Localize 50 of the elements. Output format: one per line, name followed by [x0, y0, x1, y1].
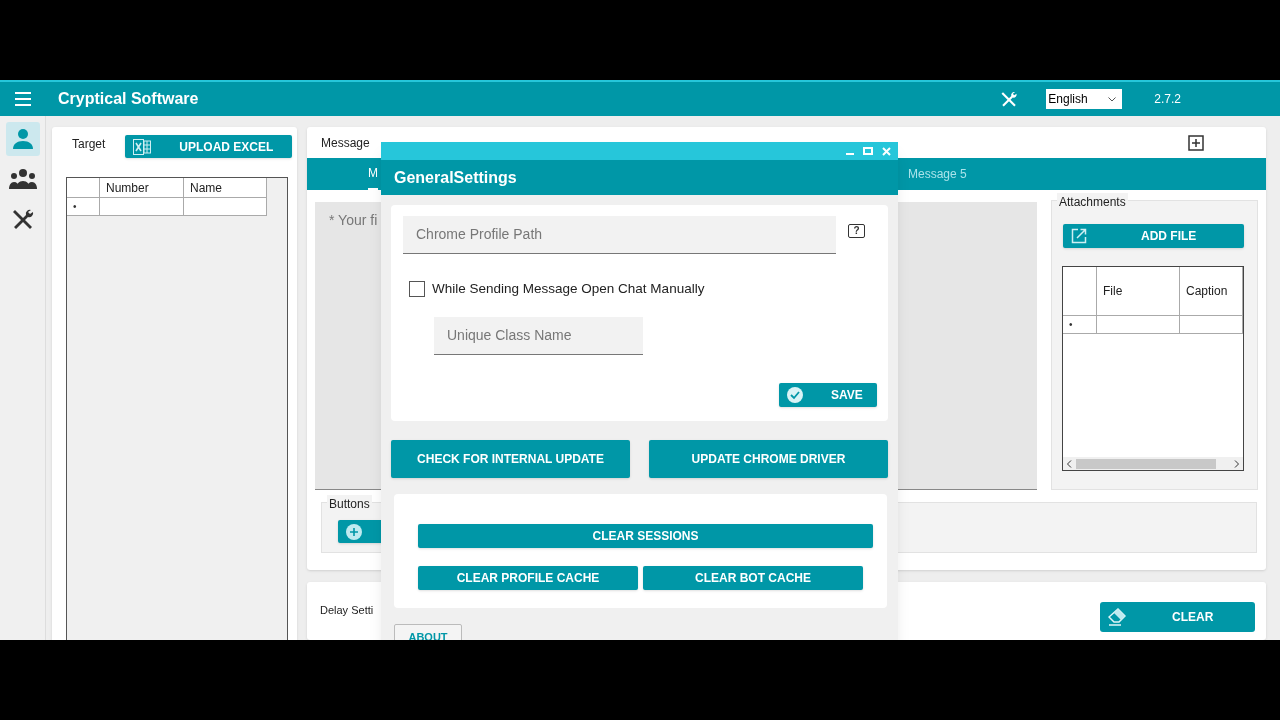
clear-cache-button[interactable]: CLEAR BOT CACHE: [643, 566, 863, 590]
app-title: Cryptical Software: [58, 89, 199, 109]
close-icon[interactable]: [882, 146, 891, 156]
help-button[interactable]: ?: [848, 224, 865, 238]
clear-button[interactable]: CLEAR: [1100, 601, 1255, 632]
table-cell[interactable]: [1097, 316, 1180, 334]
checkbox-label: While Sending Message Open Chat Manually: [432, 280, 705, 298]
dialog-title: GeneralSettings: [394, 167, 517, 188]
message-label: Message: [321, 134, 370, 152]
table-cell[interactable]: [100, 198, 184, 216]
external-link-icon: [1071, 228, 1087, 244]
language-dropdown[interactable]: English: [1046, 89, 1123, 109]
clear-sessions-button[interactable]: CLEAR SESSIONS: [418, 524, 873, 548]
scroll-right-icon[interactable]: [1234, 459, 1240, 468]
spreadsheet-icon: [133, 138, 152, 155]
delay-settings-label: Delay Setti: [320, 602, 374, 618]
corner-cell: [67, 178, 100, 198]
version-label: 2.7.2: [1154, 91, 1181, 108]
column-header: Number: [100, 178, 184, 198]
column-header: Name: [184, 178, 267, 198]
tools-icon[interactable]: [1000, 90, 1019, 108]
table-cell[interactable]: [1180, 316, 1243, 334]
column-header: File: [1097, 267, 1180, 316]
checkbox[interactable]: [409, 281, 425, 298]
plus-circle-icon: [346, 523, 362, 540]
message-tab[interactable]: Message 5: [908, 158, 967, 190]
save-button[interactable]: SAVE: [779, 383, 877, 408]
horizontal-scrollbar[interactable]: [1063, 457, 1243, 470]
column-header: Caption: [1180, 267, 1243, 316]
menu-icon[interactable]: [15, 92, 31, 106]
person-icon: [10, 127, 35, 151]
new-row-marker: •: [1063, 316, 1097, 334]
table-cell[interactable]: [184, 198, 267, 216]
maximize-icon[interactable]: [863, 147, 873, 155]
action-button[interactable]: UPDATE CHROME DRIVER: [649, 440, 888, 478]
clear-cache-button[interactable]: CLEAR PROFILE CACHE: [418, 566, 638, 590]
message-tab[interactable]: M: [368, 158, 378, 190]
add-tab-icon[interactable]: [1188, 134, 1204, 151]
eraser-icon: [1108, 607, 1126, 626]
class-name-field[interactable]: Unique Class Name: [434, 317, 643, 356]
action-button[interactable]: CHECK FOR INTERNAL UPDATE: [391, 440, 630, 478]
target-label: Target: [72, 136, 106, 153]
chevron-down-icon: [1108, 96, 1117, 102]
scroll-left-icon[interactable]: [1066, 459, 1072, 468]
new-row-marker: •: [67, 198, 100, 216]
check-circle-icon: [787, 387, 803, 404]
add-file-button[interactable]: ADD FILE: [1063, 224, 1244, 248]
people-icon: [8, 168, 37, 190]
profile-path-field[interactable]: Chrome Profile Path: [403, 216, 836, 254]
upload-excel-button[interactable]: UPLOAD EXCEL: [125, 135, 293, 158]
